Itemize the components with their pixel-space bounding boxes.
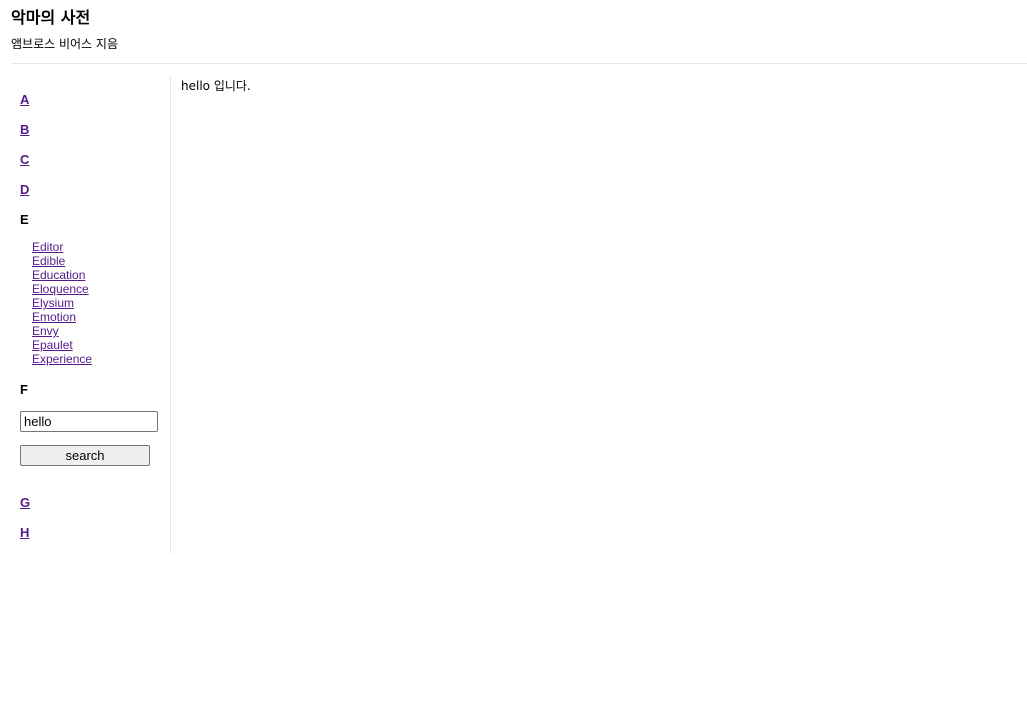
- word-link-elysium[interactable]: Elysium: [32, 296, 74, 310]
- page-subtitle: 앰브로스 비어스 지음: [11, 37, 118, 51]
- search-button[interactable]: search: [20, 445, 150, 466]
- word-link-eloquence[interactable]: Eloquence: [32, 282, 89, 296]
- list-item: Eloquence: [32, 282, 92, 296]
- letter-link-a[interactable]: A: [20, 92, 29, 108]
- list-item: Education: [32, 268, 92, 282]
- content-text: hello 입니다.: [181, 79, 251, 93]
- letter-link-d[interactable]: D: [20, 182, 29, 198]
- letter-link-g[interactable]: G: [20, 495, 30, 511]
- page: 악마의 사전 앰브로스 비어스 지음 A B C D E Editor Edib…: [0, 0, 1027, 721]
- word-list: Editor Edible Education Eloquence Elysiu…: [32, 240, 92, 366]
- letter-link-c[interactable]: C: [20, 152, 29, 168]
- word-link-epaulet[interactable]: Epaulet: [32, 338, 73, 352]
- word-link-envy[interactable]: Envy: [32, 324, 59, 338]
- letter-link-h[interactable]: H: [20, 525, 29, 541]
- word-link-edible[interactable]: Edible: [32, 254, 65, 268]
- current-letter-e: E: [20, 212, 29, 227]
- word-link-editor[interactable]: Editor: [32, 240, 63, 254]
- site-header: 악마의 사전 앰브로스 비어스 지음: [11, 0, 1027, 64]
- word-link-emotion[interactable]: Emotion: [32, 310, 76, 324]
- letter-f: F: [20, 382, 28, 397]
- word-link-education[interactable]: Education: [32, 268, 85, 282]
- main-content: hello 입니다.: [181, 77, 1011, 95]
- list-item: Editor: [32, 240, 92, 254]
- list-item: Emotion: [32, 310, 92, 324]
- list-item: Edible: [32, 254, 92, 268]
- list-item: Epaulet: [32, 338, 92, 352]
- list-item: Envy: [32, 324, 92, 338]
- list-item: Elysium: [32, 296, 92, 310]
- sidebar: A B C D E Editor Edible Education Eloque…: [11, 77, 171, 554]
- list-item: Experience: [32, 352, 92, 366]
- search-input[interactable]: [20, 411, 158, 432]
- word-link-experience[interactable]: Experience: [32, 352, 92, 366]
- page-title: 악마의 사전: [11, 8, 91, 27]
- letter-link-b[interactable]: B: [20, 122, 29, 138]
